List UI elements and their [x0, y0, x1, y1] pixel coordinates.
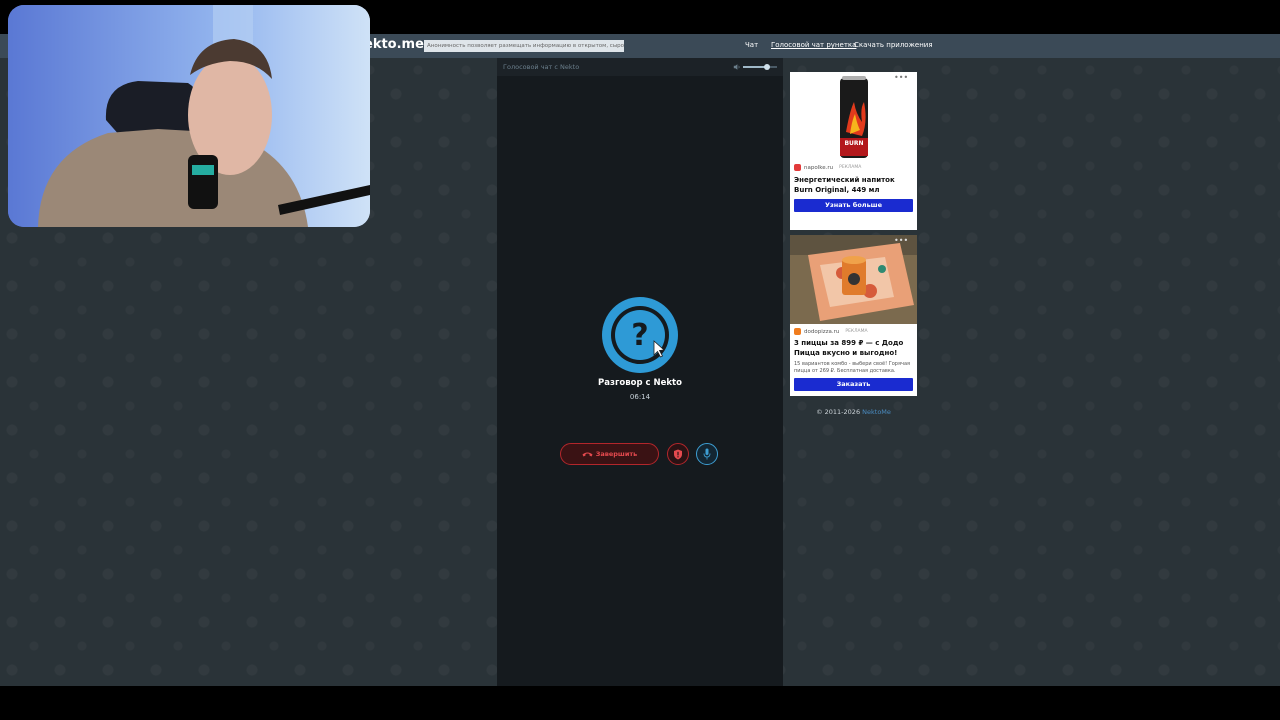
svg-text:•••: ••• [894, 236, 908, 245]
microphone-icon [703, 448, 711, 460]
call-timer: 06:14 [629, 393, 651, 401]
ad-source-domain: dodopizza.ru [804, 328, 840, 335]
copyright: © 2011-2026 NektoMe [790, 408, 917, 416]
nav-voice-chat[interactable]: Голосовой чат рунетка [771, 41, 856, 49]
svg-text:•••: ••• [894, 73, 908, 82]
volume-icon[interactable] [733, 63, 741, 71]
ad-image-pizza: ••• [790, 235, 917, 324]
voice-chat-panel: Голосовой чат с Nekto ? Разговор с Nekto… [497, 58, 783, 686]
nav-chat[interactable]: Чат [745, 41, 758, 49]
ad-source-domain: napolke.ru [804, 164, 834, 171]
ad-headline[interactable]: 3 пиццы за 899 ₽ — с Додо Пицца вкусно и… [794, 339, 914, 358]
microphone-button[interactable] [696, 443, 718, 465]
volume-slider-handle[interactable] [763, 64, 770, 70]
ad-learn-more-button[interactable]: Узнать больше [794, 199, 913, 212]
dodo-favicon-icon [794, 328, 801, 335]
chat-header: Голосовой чат с Nekto [497, 58, 783, 76]
shield-icon [674, 449, 682, 459]
ad-headline[interactable]: Энергетический напиток Burn Original, 44… [794, 176, 914, 195]
ad-source[interactable]: dodopizza.ru РЕКЛАМА [794, 328, 868, 335]
conversation-title: Разговор с Nekto [598, 378, 682, 388]
ad-description: 15 вариантов комбо - выбери своё! Горяча… [794, 361, 911, 374]
site-logo[interactable]: ekto.me [364, 37, 424, 52]
letterbox-bottom [0, 686, 1280, 720]
napolke-favicon-icon [794, 164, 801, 171]
ad-label: РЕКЛАМА [845, 329, 868, 334]
end-call-button[interactable]: Завершить [560, 443, 659, 465]
volume-slider[interactable] [743, 64, 777, 70]
ad-order-button[interactable]: Заказать [794, 378, 913, 391]
end-call-label: Завершить [595, 450, 638, 458]
copyright-text: © 2011-2026 [816, 408, 861, 416]
ad-source[interactable]: napolke.ru РЕКЛАМА [794, 164, 861, 171]
unknown-user-avatar-icon: ? [602, 297, 678, 373]
anonymity-banner: Анонимность позволяет размещать информац… [424, 40, 624, 52]
chat-title: Голосовой чат с Nekto [503, 63, 580, 71]
nav-download-apps[interactable]: Скачать приложения [854, 41, 933, 49]
streamer-webcam-overlay [8, 5, 370, 227]
ad-label: РЕКЛАМА [839, 165, 862, 170]
ad-product-text: BURN [844, 140, 863, 147]
ad-card-burn[interactable]: BURN ••• napolke.ru РЕКЛАМА Энергетическ… [790, 72, 917, 230]
hang-up-icon [582, 452, 593, 456]
report-button[interactable] [667, 443, 689, 465]
ad-image-energy-drink: BURN ••• [790, 72, 917, 160]
svg-text:?: ? [631, 318, 648, 353]
copyright-link[interactable]: NektoMe [862, 408, 891, 416]
ad-card-dodo[interactable]: ••• dodopizza.ru РЕКЛАМА 3 пиццы за 899 … [790, 235, 917, 396]
